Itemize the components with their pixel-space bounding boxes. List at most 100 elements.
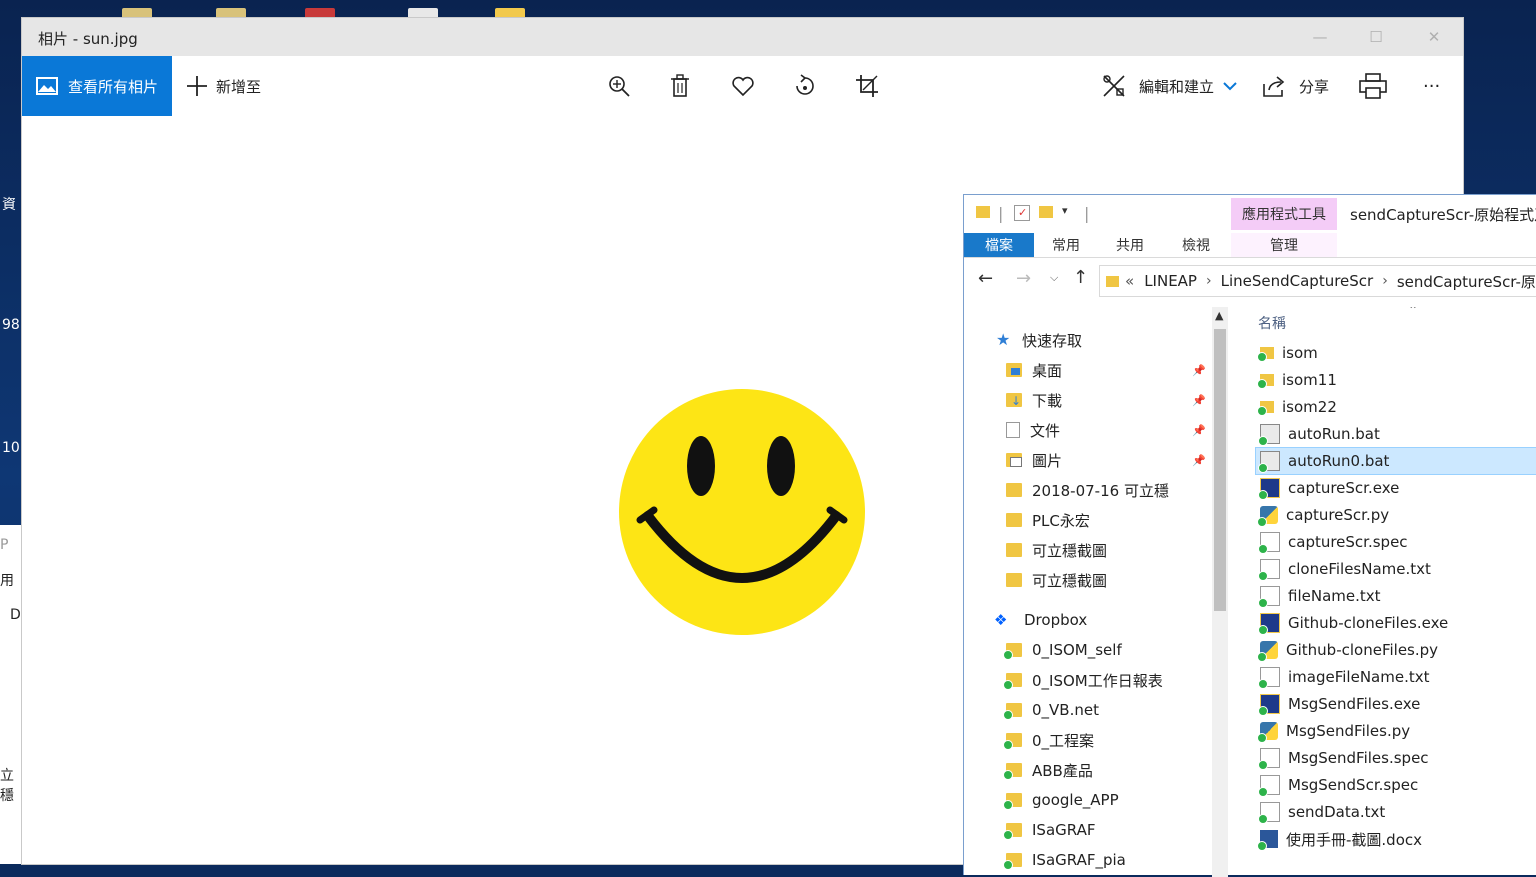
desktop-folder-icon[interactable] bbox=[216, 8, 246, 18]
file-row-selected[interactable]: autoRun0.bat bbox=[1255, 447, 1536, 475]
breadcrumb-item[interactable]: sendCaptureScr-原始 bbox=[1397, 271, 1536, 292]
nav-item-folder[interactable]: ISaGRAF bbox=[1003, 816, 1095, 844]
nav-item-folder[interactable]: 0_ISOM工作日報表 bbox=[1003, 666, 1163, 694]
background-window[interactable]: P 用 D 立穩 bbox=[0, 525, 23, 864]
breadcrumb-overflow[interactable]: « bbox=[1125, 272, 1134, 290]
file-row[interactable]: MsgSendFiles.py bbox=[1256, 718, 1536, 744]
properties-icon[interactable]: ✓ bbox=[1014, 205, 1030, 221]
share-button[interactable] bbox=[1260, 72, 1288, 100]
tab-share[interactable]: 共用 bbox=[1102, 233, 1158, 257]
desktop-folder-icon[interactable] bbox=[122, 8, 152, 18]
sort-chevron-up-icon[interactable]: ⌃ bbox=[1408, 307, 1418, 317]
view-all-photos-button[interactable]: 查看所有相片 bbox=[22, 56, 172, 116]
file-row[interactable]: fileName.txt bbox=[1256, 583, 1536, 609]
file-row[interactable]: isom22 bbox=[1256, 394, 1536, 420]
up-arrow-icon[interactable]: ↑ bbox=[1073, 267, 1088, 288]
tab-manage[interactable]: 管理 bbox=[1231, 233, 1337, 257]
nav-item-pictures[interactable]: 圖片 bbox=[1006, 446, 1062, 474]
file-name: captureScr.exe bbox=[1288, 479, 1400, 497]
nav-item-folder[interactable]: 0_工程案 bbox=[1003, 726, 1094, 754]
rotate-button[interactable] bbox=[791, 72, 819, 100]
tab-home[interactable]: 常用 bbox=[1038, 233, 1094, 257]
column-header-name[interactable]: 名稱 bbox=[1258, 313, 1286, 333]
file-row[interactable]: MsgSendScr.spec bbox=[1256, 772, 1536, 798]
text-file-icon bbox=[1258, 667, 1280, 689]
recent-locations-chevron-icon[interactable]: ⌵ bbox=[1050, 271, 1058, 285]
nav-item-folder[interactable]: 0_VB.net bbox=[1003, 696, 1099, 724]
tab-view[interactable]: 檢視 bbox=[1168, 233, 1224, 257]
nav-item-folder[interactable]: 2018-07-16 可立穩 bbox=[1006, 476, 1169, 504]
edit-create-button[interactable] bbox=[1100, 72, 1128, 100]
scrollbar-thumb[interactable] bbox=[1214, 329, 1226, 611]
file-name: imageFileName.txt bbox=[1288, 668, 1430, 686]
file-row[interactable]: Github-cloneFiles.exe bbox=[1256, 610, 1536, 636]
file-row[interactable]: imageFileName.txt bbox=[1256, 664, 1536, 690]
close-button[interactable]: ✕ bbox=[1411, 18, 1457, 56]
nav-item-folder[interactable]: ABB產品 bbox=[1003, 756, 1093, 784]
crop-button[interactable] bbox=[853, 72, 881, 100]
file-row[interactable]: isom bbox=[1256, 340, 1536, 366]
file-name: autoRun0.bat bbox=[1288, 452, 1390, 470]
desktop-app-icon[interactable] bbox=[495, 8, 525, 18]
edit-dropdown-button[interactable] bbox=[1216, 72, 1244, 100]
chevron-right-icon[interactable]: › bbox=[1382, 273, 1388, 289]
delete-button[interactable] bbox=[666, 72, 694, 100]
breadcrumb-item[interactable]: LineSendCaptureScr bbox=[1221, 272, 1374, 290]
file-row[interactable]: Github-cloneFiles.py bbox=[1256, 637, 1536, 663]
desktop-pdf-icon[interactable] bbox=[305, 8, 335, 18]
edit-create-label[interactable]: 編輯和建立 bbox=[1139, 56, 1214, 116]
nav-item-folder[interactable]: google_APP bbox=[1003, 786, 1119, 814]
file-row[interactable]: autoRun.bat bbox=[1256, 421, 1536, 447]
file-row[interactable]: MsgSendFiles.spec bbox=[1256, 745, 1536, 771]
new-folder-icon[interactable] bbox=[1039, 206, 1053, 218]
nav-item-documents[interactable]: 文件 bbox=[1006, 416, 1060, 444]
smiley-face-image bbox=[619, 389, 865, 635]
pin-icon[interactable]: 📌 bbox=[1192, 364, 1206, 377]
forward-arrow-icon[interactable]: → bbox=[1016, 268, 1031, 289]
explorer-title-bar[interactable]: | ✓ ▾ | 應用程式工具 sendCaptureScr-原始程式及 bbox=[964, 195, 1536, 233]
chevron-right-icon[interactable]: › bbox=[1206, 273, 1212, 289]
window-text-fragment: P bbox=[0, 537, 9, 553]
file-row[interactable]: isom11 bbox=[1256, 367, 1536, 393]
file-row[interactable]: MsgSendFiles.exe bbox=[1256, 691, 1536, 717]
back-arrow-icon[interactable]: ← bbox=[978, 268, 993, 289]
more-options-button[interactable]: ··· bbox=[1423, 56, 1440, 116]
navigation-scrollbar[interactable]: ▲ bbox=[1212, 307, 1228, 877]
folder-icon bbox=[1003, 673, 1022, 690]
nav-item-quick-access[interactable]: ★ 快速存取 bbox=[996, 326, 1082, 354]
nav-item-label: 下載 bbox=[1032, 391, 1063, 410]
nav-item-folder[interactable]: PLC永宏 bbox=[1006, 506, 1090, 534]
pin-icon[interactable]: 📌 bbox=[1192, 454, 1206, 467]
breadcrumb-item[interactable]: LINEAP bbox=[1144, 272, 1197, 290]
share-label[interactable]: 分享 bbox=[1299, 56, 1329, 116]
print-button[interactable] bbox=[1359, 72, 1387, 100]
desktop-file-icon[interactable] bbox=[408, 8, 438, 18]
breadcrumb[interactable]: « LINEAP › LineSendCaptureScr › sendCapt… bbox=[1099, 265, 1536, 297]
nav-item-downloads[interactable]: ↓ 下載 bbox=[1006, 386, 1062, 414]
nav-item-folder[interactable]: 0_ISOM_self bbox=[1003, 636, 1122, 664]
file-name: isom22 bbox=[1282, 398, 1337, 416]
nav-item-folder[interactable]: ISaGRAF_pia bbox=[1003, 846, 1126, 874]
zoom-button[interactable] bbox=[605, 72, 633, 100]
add-to-button[interactable]: 新增至 bbox=[186, 56, 261, 116]
pin-icon[interactable]: 📌 bbox=[1192, 424, 1206, 437]
minimize-button[interactable]: — bbox=[1297, 18, 1343, 56]
pin-icon[interactable]: 📌 bbox=[1192, 394, 1206, 407]
nav-item-desktop[interactable]: 桌面 bbox=[1006, 356, 1062, 384]
file-row[interactable]: captureScr.spec bbox=[1256, 529, 1536, 555]
file-row[interactable]: sendData.txt bbox=[1256, 799, 1536, 825]
nav-item-dropbox[interactable]: ❖ Dropbox bbox=[994, 606, 1087, 634]
maximize-button[interactable]: ☐ bbox=[1353, 18, 1399, 56]
nav-item-folder[interactable]: 可立穩截圖 bbox=[1006, 566, 1107, 594]
scroll-up-icon[interactable]: ▲ bbox=[1215, 309, 1223, 322]
title-bar[interactable]: 相片 - sun.jpg — ☐ ✕ bbox=[22, 18, 1463, 56]
file-name: MsgSendScr.spec bbox=[1288, 776, 1419, 794]
file-row[interactable]: cloneFilesName.txt bbox=[1256, 556, 1536, 582]
file-row[interactable]: 使用手冊-截圖.docx bbox=[1256, 826, 1536, 852]
customize-toolbar-icon[interactable]: ▾ bbox=[1062, 204, 1068, 217]
favorite-button[interactable] bbox=[729, 72, 757, 100]
tab-file[interactable]: 檔案 bbox=[964, 233, 1034, 257]
nav-item-folder[interactable]: 可立穩截圖 bbox=[1006, 536, 1107, 564]
file-row[interactable]: captureScr.exe bbox=[1256, 475, 1536, 501]
file-row[interactable]: captureScr.py bbox=[1256, 502, 1536, 528]
